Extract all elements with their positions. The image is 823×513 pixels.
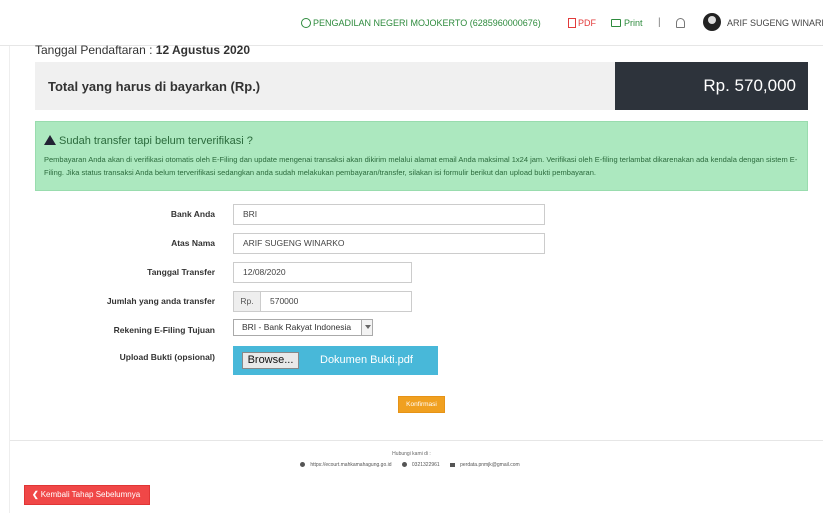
chevron-down-icon[interactable] [361,320,372,335]
destination-account-value: BRI - Bank Rakyat Indonesia [242,322,352,332]
user-name[interactable]: ARIF SUGENG WINARKO [727,18,823,28]
pdf-label: PDF [578,18,596,28]
verification-alert: Sudah transfer tapi belum terverifikasi … [35,121,808,191]
print-link[interactable]: Print [611,18,643,28]
registration-date: Tanggal Pendaftaran : 12 Agustus 2020 [35,43,250,57]
content-left-border [9,46,10,513]
name-label: Atas Nama [171,238,215,248]
total-label: Total yang harus di bayarkan (Rp.) [48,79,261,94]
transfer-date-field[interactable]: 12/08/2020 [233,262,412,283]
footer-phone-text: 0321322961 [411,462,440,468]
alert-title-text: Sudah transfer tapi belum terverifikasi … [59,135,253,147]
upload-label: Upload Bukti (opsional) [119,352,215,362]
warning-icon [44,135,56,145]
alert-body: Pembayaran Anda akan di verifikasi otoma… [44,155,798,177]
phone-icon [401,462,407,467]
bank-label: Bank Anda [170,209,215,219]
envelope-icon [450,463,456,467]
bank-field[interactable]: BRI [233,204,545,225]
whatsapp-icon [301,18,311,28]
bell-icon[interactable] [676,18,685,28]
footer-divider [10,440,823,441]
footer-website[interactable]: https://ecourt.mahkamahagung.go.id [300,462,394,468]
chevron-left-icon: ❮ [32,490,39,499]
printer-icon [611,19,621,27]
total-amount: Rp. 570,000 [703,76,796,95]
back-button[interactable]: ❮ Kembali Tahap Sebelumnya [24,485,150,505]
upload-file-input[interactable]: Browse... Dokumen Bukti.pdf [233,346,438,375]
currency-prefix: Rp. [233,291,260,312]
footer-email[interactable]: perdata.pnmjk@gmail.com [450,462,523,468]
transfer-amount-field[interactable]: 570000 [260,291,412,312]
footer-phone[interactable]: 0321322961 [401,462,443,468]
court-contact-text: PENGADILAN NEGERI MOJOKERTO (62859600006… [313,18,541,28]
back-button-label: Kembali Tahap Sebelumnya [40,490,141,499]
pdf-icon [568,18,576,28]
total-amount-box: Rp. 570,000 [615,62,808,110]
destination-account-select[interactable]: BRI - Bank Rakyat Indonesia [233,319,373,336]
transfer-date-label: Tanggal Transfer [147,267,215,277]
top-bar: PENGADILAN NEGERI MOJOKERTO (62859600006… [0,0,823,46]
confirm-button[interactable]: Konfirmasi [398,396,445,413]
footer-website-text: https://ecourt.mahkamahagung.go.id [310,462,392,468]
destination-account-label: Rekening E-Filing Tujuan [113,325,215,335]
footer-title: Hubungi kami di : [392,451,431,457]
registration-date-value: 12 Agustus 2020 [155,43,251,57]
alert-title: Sudah transfer tapi belum terverifikasi … [44,135,253,147]
registration-date-label: Tanggal Pendaftaran : [35,43,153,57]
court-contact-link[interactable]: PENGADILAN NEGERI MOJOKERTO (62859600006… [301,18,541,28]
print-label: Print [624,18,643,28]
account-name-field[interactable]: ARIF SUGENG WINARKO [233,233,545,254]
transfer-amount-label: Jumlah yang anda transfer [106,296,215,306]
selected-file-name: Dokumen Bukti.pdf [320,354,413,366]
footer-email-text: perdata.pnmjk@gmail.com [460,462,520,468]
pdf-link[interactable]: PDF [568,18,596,28]
total-payment-row: Total yang harus di bayarkan (Rp.) Rp. 5… [35,62,808,110]
topbar-separator: | [658,17,661,28]
avatar[interactable] [703,13,721,31]
footer-contacts: https://ecourt.mahkamahagung.go.id 03213… [0,462,823,468]
browse-button[interactable]: Browse... [242,352,299,369]
globe-icon [300,462,306,467]
